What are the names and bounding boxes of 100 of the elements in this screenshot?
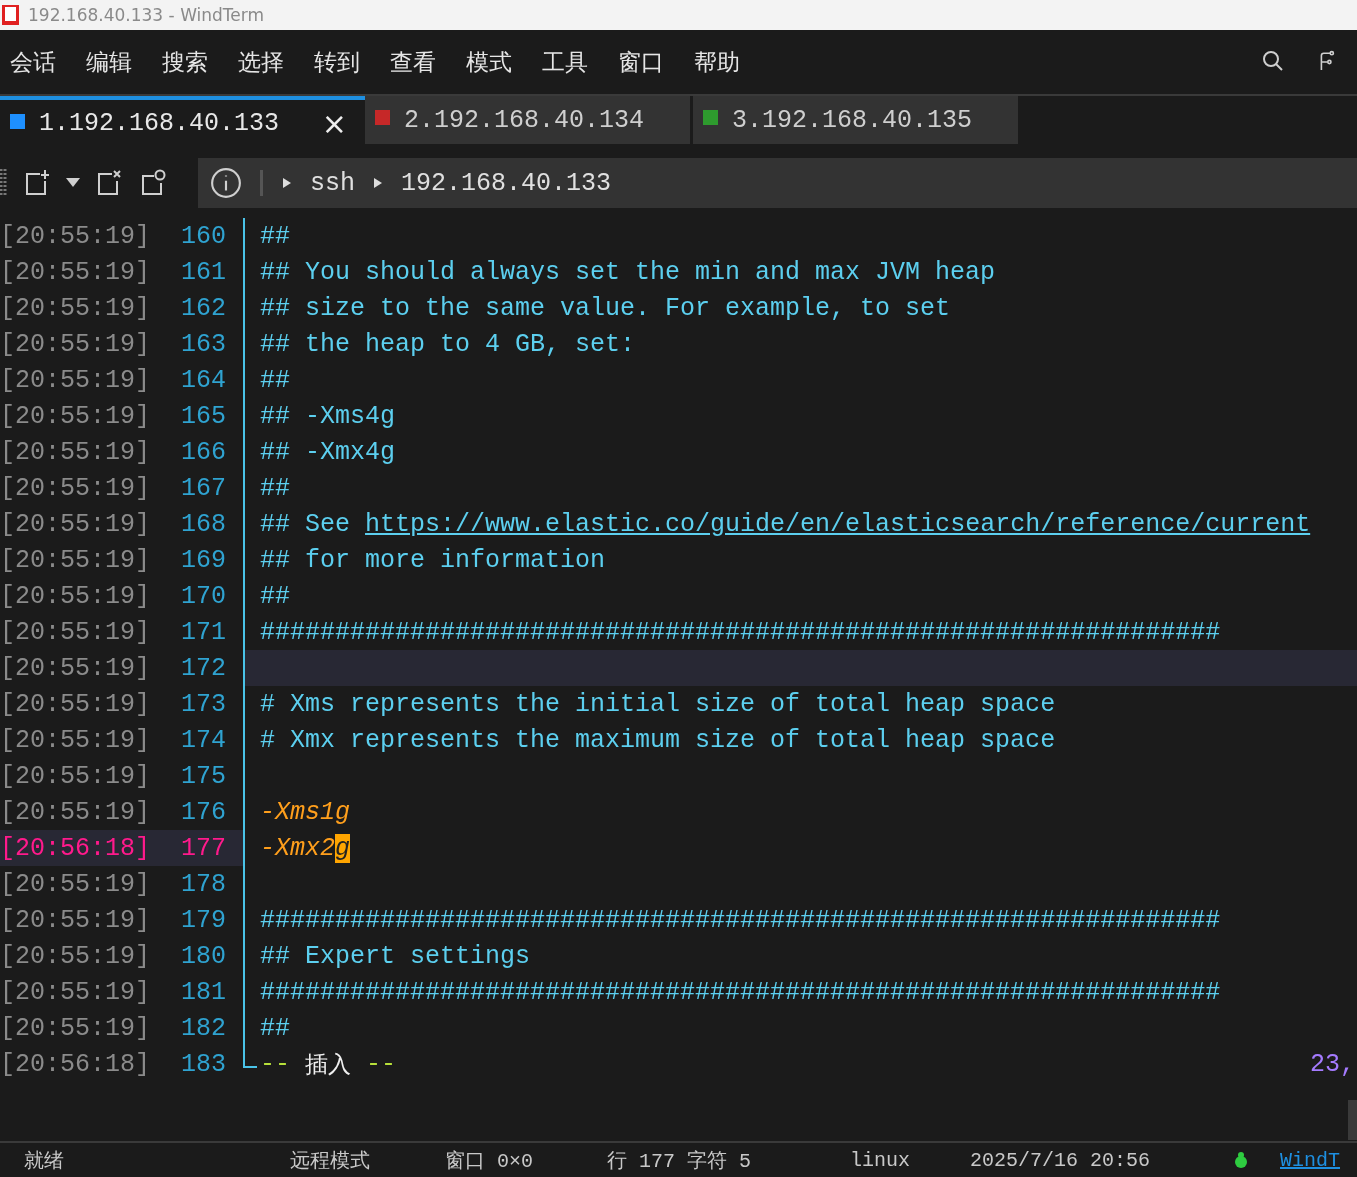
- option-text: -Xmx2: [260, 833, 335, 863]
- line-number: 180: [180, 941, 226, 971]
- status-text: 就绪: [24, 1148, 65, 1174]
- comment-text: ## Expert settings: [260, 941, 531, 971]
- line-number: 181: [180, 977, 226, 1007]
- line-number: 172: [180, 653, 226, 683]
- line-number: 177: [180, 833, 226, 863]
- comment-text: ################################################################: [260, 617, 1221, 647]
- comment-text: # Xmx represents the maximum size of total heap space: [260, 725, 1056, 755]
- line-number: 164: [180, 365, 226, 395]
- comment-text: ##: [260, 221, 290, 251]
- mode-text: 插入: [305, 1049, 351, 1079]
- comment-text: ## See: [260, 509, 351, 539]
- timestamp: [20:55:19]: [0, 905, 152, 935]
- line-number: 178: [180, 869, 226, 899]
- comment-text: ## the heap to 4 GB, set:: [260, 329, 636, 359]
- line-number: 160: [180, 221, 226, 251]
- status-text: 窗口 0×0: [445, 1148, 534, 1174]
- menu-item[interactable]: 帮助: [694, 46, 770, 78]
- timestamp: [20:55:19]: [0, 293, 152, 323]
- timestamp: [20:55:19]: [0, 977, 152, 1007]
- chevron-icon: [373, 177, 383, 189]
- line-number: 168: [180, 509, 226, 539]
- info-icon[interactable]: [210, 167, 242, 199]
- line-number: 167: [180, 473, 226, 503]
- timestamp: [20:55:19]: [0, 725, 152, 755]
- chevron-icon: [282, 177, 292, 189]
- line-number: 176: [180, 797, 226, 827]
- status-text: 2025/7/16 20:56: [970, 1148, 1152, 1172]
- line-number: 171: [180, 617, 226, 647]
- comment-text: ## size to the same value. For example, to set: [260, 293, 951, 323]
- comment-text: ## -Xmx4g: [260, 437, 396, 467]
- line-number: 163: [180, 329, 226, 359]
- menu-item[interactable]: 工具: [542, 46, 618, 78]
- text-cursor: g: [335, 833, 351, 863]
- menu-item[interactable]: 会话: [10, 46, 86, 78]
- line-number: 182: [180, 1013, 226, 1043]
- line-number: 165: [180, 401, 226, 431]
- line-number: 175: [180, 761, 226, 791]
- session-tab[interactable]: 3.192.168.40.135: [693, 96, 1018, 144]
- comment-text: ##: [260, 473, 290, 503]
- line-number: 170: [180, 581, 226, 611]
- comment-text: ##: [260, 1013, 290, 1043]
- mode-dash: --: [365, 1049, 397, 1079]
- comment-text: # Xms represents the initial size of total heap space: [260, 689, 1056, 719]
- menu-item[interactable]: 转到: [314, 46, 390, 78]
- menu-item[interactable]: 查看: [390, 46, 466, 78]
- timestamp: [20:55:19]: [0, 509, 152, 539]
- menu-item[interactable]: 窗口: [618, 46, 694, 78]
- timestamp: [20:56:18]: [0, 1049, 152, 1079]
- timestamp: [20:55:19]: [0, 761, 152, 791]
- menu-item[interactable]: 搜索: [162, 46, 238, 78]
- status-text: linux: [850, 1148, 911, 1172]
- separator-icon: [260, 170, 264, 196]
- line-number: 169: [180, 545, 226, 575]
- timestamp: [20:55:19]: [0, 473, 152, 503]
- timestamp: [20:55:19]: [0, 545, 152, 575]
- status-text: 行 177 字符 5: [607, 1148, 752, 1174]
- scrollbar-thumb[interactable]: [1348, 1100, 1357, 1140]
- comment-text: ##: [260, 581, 290, 611]
- timestamp: [20:55:19]: [0, 581, 152, 611]
- caret-icon[interactable]: [66, 178, 80, 188]
- menu-item[interactable]: 选择: [238, 46, 314, 78]
- timestamp: [20:55:19]: [0, 653, 152, 683]
- timestamp: [20:55:19]: [0, 437, 152, 467]
- line-number: 179: [180, 905, 226, 935]
- timestamp: [20:55:19]: [0, 257, 152, 287]
- breadcrumb-item[interactable]: ssh: [310, 168, 355, 198]
- comment-text: ## for more information: [260, 545, 606, 575]
- timestamp: [20:55:19]: [0, 941, 152, 971]
- line-number: 161: [180, 257, 226, 287]
- timestamp: [20:55:19]: [0, 365, 152, 395]
- breadcrumb-item[interactable]: 192.168.40.133: [401, 168, 612, 198]
- mode-dash: --: [260, 1049, 291, 1079]
- timestamp: [20:55:19]: [0, 221, 152, 251]
- timestamp: [20:55:19]: [0, 1013, 152, 1043]
- bug-icon[interactable]: [1232, 1151, 1250, 1169]
- window-title: 192.168.40.133 - WindTerm: [28, 5, 265, 25]
- option-text: -Xms1g: [260, 797, 350, 827]
- timestamp: [20:55:19]: [0, 617, 152, 647]
- cursor-position: 23,: [1310, 1049, 1356, 1079]
- timestamp: [20:55:19]: [0, 329, 152, 359]
- line-number: 173: [180, 689, 226, 719]
- brand-link[interactable]: WindT: [1280, 1148, 1357, 1172]
- grip-icon[interactable]: [0, 168, 8, 198]
- line-number: 166: [180, 437, 226, 467]
- line-number: 174: [180, 725, 226, 755]
- link[interactable]: https://www.elastic.co/guide/en/elasticsearch/reference/current: [365, 509, 1311, 539]
- comment-text: ##: [260, 365, 290, 395]
- timestamp: [20:55:19]: [0, 401, 152, 431]
- line-number: 183: [180, 1049, 226, 1079]
- menu-item[interactable]: 编辑: [86, 46, 162, 78]
- close-icon[interactable]: ×: [321, 105, 347, 141]
- line-number: 162: [180, 293, 226, 323]
- session-tab[interactable]: 2.192.168.40.134: [365, 96, 690, 144]
- comment-text: ################################################################: [260, 905, 1221, 935]
- menu-item[interactable]: 模式: [466, 46, 542, 78]
- timestamp: [20:55:19]: [0, 869, 152, 899]
- timestamp: [20:55:19]: [0, 797, 152, 827]
- status-text: 远程模式: [290, 1148, 371, 1174]
